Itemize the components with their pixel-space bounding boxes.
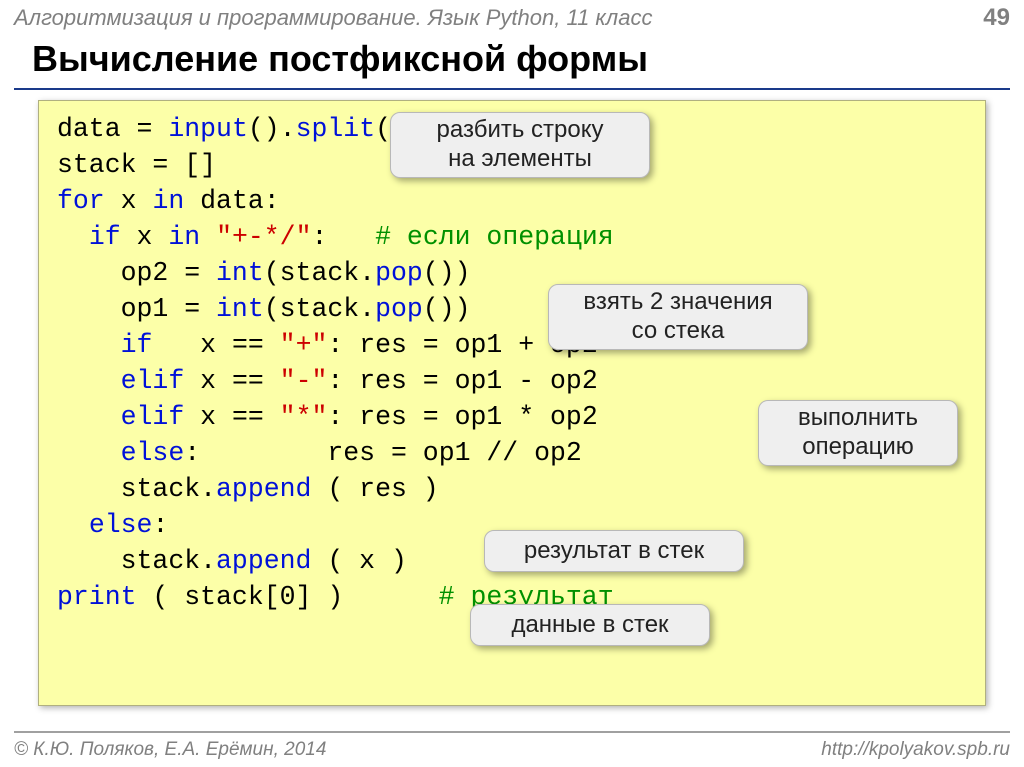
callout-push-data: данные в стек <box>470 604 710 646</box>
callout-split: разбить строку на элементы <box>390 112 650 178</box>
code-text: data <box>57 114 121 144</box>
footer-url: http://kpolyakov.spb.ru <box>821 739 1010 761</box>
slide-footer: © К.Ю. Поляков, Е.А. Ерёмин, 2014 http:/… <box>14 731 1010 761</box>
slide-header: Алгоритмизация и программирование. Язык … <box>14 4 1010 32</box>
title-underline <box>14 88 1010 90</box>
footer-copyright: © К.Ю. Поляков, Е.А. Ерёмин, 2014 <box>14 739 326 761</box>
header-title: Алгоритмизация и программирование. Язык … <box>14 5 652 31</box>
slide-title: Вычисление постфиксной формы <box>32 38 648 80</box>
slide: Алгоритмизация и программирование. Язык … <box>0 0 1024 767</box>
page-number: 49 <box>983 4 1010 32</box>
callout-pop2: взять 2 значения со стека <box>548 284 808 350</box>
callout-push-res: результат в стек <box>484 530 744 572</box>
callout-op: выполнить операцию <box>758 400 958 466</box>
